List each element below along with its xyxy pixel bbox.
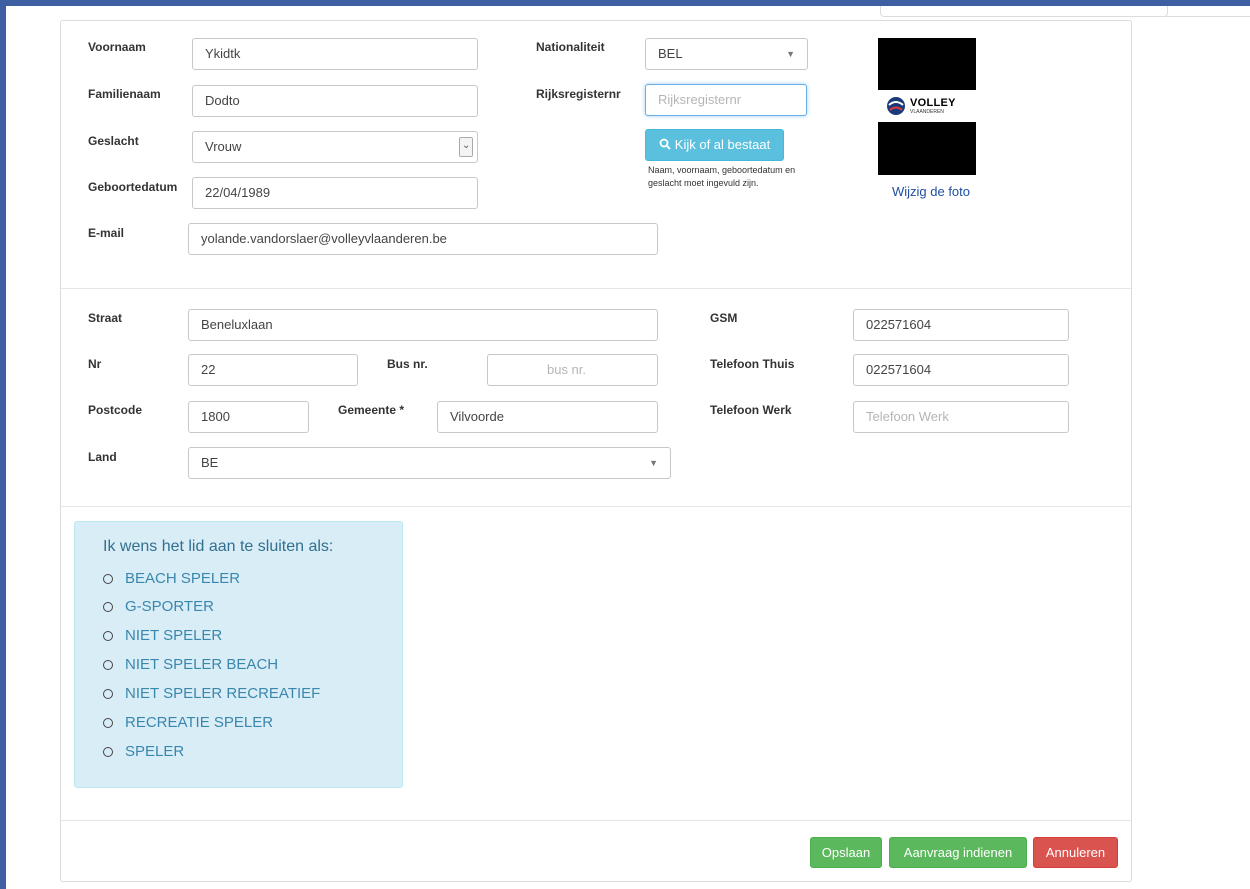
- membership-option[interactable]: NIET SPELER: [103, 627, 222, 644]
- last-name-label: Familienaam: [88, 87, 161, 101]
- postcode-input[interactable]: [188, 401, 309, 433]
- caret-down-icon: ▼: [649, 458, 658, 468]
- birthdate-input[interactable]: [192, 177, 478, 209]
- radio-circle-icon[interactable]: [103, 602, 113, 612]
- top-tab-fragment: [880, 6, 1168, 17]
- nationality-select[interactable]: BEL ▼: [645, 38, 808, 70]
- search-icon: [659, 131, 671, 161]
- check-exists-label: Kijk of al bestaat: [674, 137, 771, 152]
- membership-option-label: SPELER: [125, 743, 185, 760]
- radio-circle-icon[interactable]: [103, 574, 113, 584]
- country-select-value: BE: [201, 455, 219, 470]
- membership-option-label: NIET SPELER BEACH: [125, 656, 279, 673]
- volley-logo-icon: [886, 96, 906, 116]
- membership-option-label: G-SPORTER: [125, 598, 214, 615]
- footer-divider: [61, 820, 1131, 821]
- country-select[interactable]: BE ▼: [188, 447, 671, 479]
- bus-label: Bus nr.: [387, 357, 428, 371]
- window-left-border: [0, 0, 6, 889]
- membership-title: Ik wens het lid aan te sluiten als:: [103, 538, 334, 555]
- city-input[interactable]: [437, 401, 658, 433]
- gender-label: Geslacht: [88, 134, 139, 148]
- submit-request-button[interactable]: Aanvraag indienen: [889, 837, 1027, 868]
- chevron-down-icon: ⌄: [459, 137, 473, 157]
- membership-option[interactable]: NIET SPELER RECREATIEF: [103, 685, 320, 702]
- volley-logo-text: VOLLEY: [910, 97, 956, 109]
- check-exists-button[interactable]: Kijk of al bestaat: [645, 129, 784, 161]
- membership-option-label: RECREATIE SPELER: [125, 714, 274, 731]
- first-name-label: Voornaam: [88, 40, 146, 54]
- street-input[interactable]: [188, 309, 658, 341]
- email-label: E-mail: [88, 226, 125, 240]
- membership-option[interactable]: SPELER: [103, 743, 184, 760]
- first-name-input[interactable]: [192, 38, 478, 70]
- gender-select[interactable]: Vrouw ⌄: [192, 131, 478, 163]
- change-photo-link[interactable]: Wijzig de foto: [878, 184, 984, 199]
- cancel-button[interactable]: Annuleren: [1033, 837, 1118, 868]
- street-label: Straat: [88, 311, 123, 325]
- nationality-label: Nationaliteit: [536, 40, 605, 54]
- birthdate-label: Geboortedatum: [88, 180, 178, 194]
- phone-work-label: Telefoon Werk: [710, 403, 792, 417]
- radio-circle-icon[interactable]: [103, 660, 113, 670]
- radio-circle-icon[interactable]: [103, 631, 113, 641]
- register-input[interactable]: [645, 84, 807, 116]
- gsm-input[interactable]: [853, 309, 1069, 341]
- nr-input[interactable]: [188, 354, 358, 386]
- save-button[interactable]: Opslaan: [810, 837, 882, 868]
- email-input[interactable]: [188, 223, 658, 255]
- radio-circle-icon[interactable]: [103, 689, 113, 699]
- membership-option[interactable]: RECREATIE SPELER: [103, 714, 273, 731]
- register-label: Rijksregisternr: [536, 87, 621, 101]
- gsm-label: GSM: [710, 311, 738, 325]
- membership-option[interactable]: G-SPORTER: [103, 598, 214, 615]
- gender-select-value: Vrouw: [205, 139, 242, 154]
- top-tab-fragment-right: [1166, 6, 1250, 17]
- phone-work-input[interactable]: [853, 401, 1069, 433]
- last-name-input[interactable]: [192, 85, 478, 117]
- country-label: Land: [88, 450, 117, 464]
- radio-circle-icon[interactable]: [103, 747, 113, 757]
- nationality-select-value: BEL: [658, 46, 683, 61]
- bus-input[interactable]: [487, 354, 658, 386]
- caret-down-icon: ▼: [786, 49, 795, 59]
- phone-home-label: Telefoon Thuis: [710, 357, 795, 371]
- radio-circle-icon[interactable]: [103, 718, 113, 728]
- membership-option-label: BEACH SPELER: [125, 570, 241, 587]
- volley-logo-sub: VLAANDEREN: [910, 109, 944, 115]
- city-label: Gemeente *: [338, 403, 405, 417]
- membership-option-label: NIET SPELER RECREATIEF: [125, 685, 321, 702]
- nr-label: Nr: [88, 357, 102, 371]
- section-divider: [61, 288, 1131, 289]
- membership-option[interactable]: NIET SPELER BEACH: [103, 656, 278, 673]
- membership-option-label: NIET SPELER: [125, 627, 223, 644]
- check-hint: Naam, voornaam, geboortedatum en geslach…: [648, 165, 796, 188]
- postcode-label: Postcode: [88, 403, 143, 417]
- phone-home-input[interactable]: [853, 354, 1069, 386]
- membership-option[interactable]: BEACH SPELER: [103, 570, 240, 587]
- section-divider: [61, 506, 1131, 507]
